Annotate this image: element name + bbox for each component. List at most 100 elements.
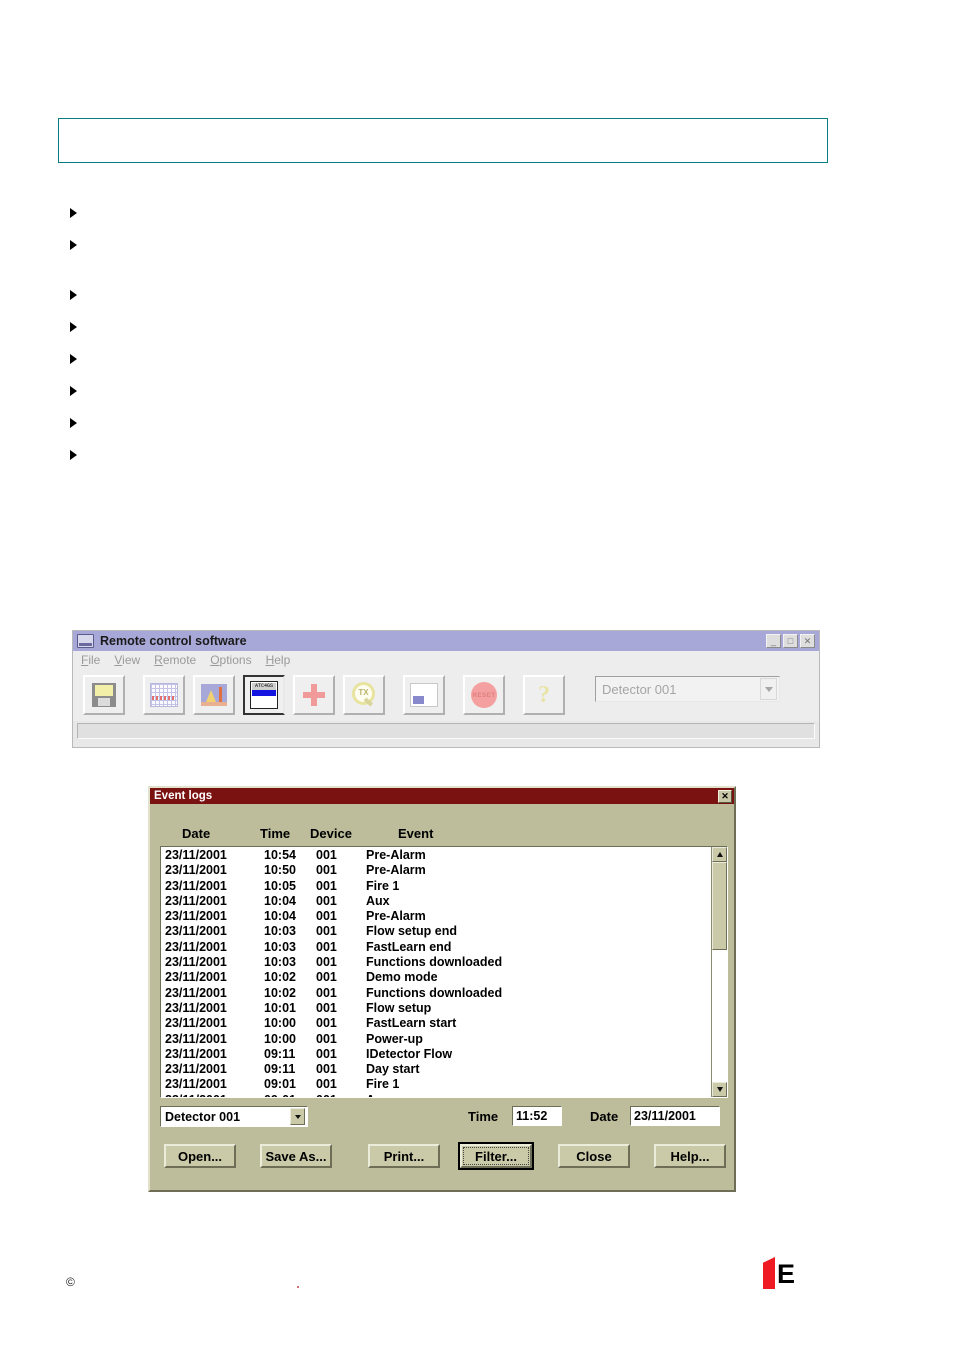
- cell-device: 001: [316, 1093, 337, 1097]
- table-row[interactable]: 23/11/2001 10:04 001 Pre-Alarm: [161, 909, 711, 924]
- menu-item-file[interactable]: File: [81, 653, 100, 667]
- triangle-bullet-icon: [70, 290, 77, 300]
- toolbar-transmit-button[interactable]: TX: [343, 675, 385, 715]
- toolbar-detector-select[interactable]: Detector 001: [595, 676, 780, 702]
- minimize-button[interactable]: _: [766, 634, 781, 648]
- table-row[interactable]: 23/11/2001 10:03 001 Flow setup end: [161, 924, 711, 939]
- table-row[interactable]: 23/11/2001 10:05 001 Fire 1: [161, 879, 711, 894]
- dialog-filter-row: Detector 001 Time 11:52 Date 23/11/2001: [150, 1106, 734, 1130]
- app-titlebar[interactable]: Remote control software _ □ ✕: [73, 631, 819, 651]
- table-row[interactable]: 23/11/2001 10:04 001 Aux: [161, 894, 711, 909]
- table-row[interactable]: 23/11/2001 09:11 001 IDetector Flow: [161, 1047, 711, 1062]
- cell-date: 23/11/2001: [165, 1077, 227, 1092]
- cell-date: 23/11/2001: [165, 939, 227, 954]
- cell-device: 001: [316, 893, 337, 908]
- table-row[interactable]: 23/11/2001 10:00 001 FastLearn start: [161, 1016, 711, 1031]
- cell-date: 23/11/2001: [165, 909, 227, 924]
- cell-date: 23/11/2001: [165, 848, 227, 862]
- floppy-disk-icon: [92, 683, 116, 707]
- date-field[interactable]: 23/11/2001: [630, 1106, 720, 1126]
- dialog-close-button[interactable]: ✕: [718, 789, 732, 803]
- table-row[interactable]: 23/11/2001 10:03 001 Functions downloaded: [161, 955, 711, 970]
- maximize-button[interactable]: □: [783, 634, 798, 648]
- cell-date: 23/11/2001: [165, 863, 227, 878]
- dialog-detector-select[interactable]: Detector 001: [160, 1106, 308, 1127]
- table-row[interactable]: 23/11/2001 10:00 001 Power-up: [161, 1032, 711, 1047]
- cell-event: Fire 1: [366, 878, 400, 893]
- cell-event: Aux: [366, 893, 390, 908]
- toolbar-reset-button[interactable]: RESET: [463, 675, 505, 715]
- table-row[interactable]: 23/11/2001 10:54 001 Pre-Alarm: [161, 848, 711, 863]
- chevron-down-icon[interactable]: [290, 1108, 305, 1125]
- scroll-up-button[interactable]: [712, 847, 727, 862]
- toolbar-help-button[interactable]: ?: [523, 675, 565, 715]
- cell-device: 001: [316, 1016, 337, 1031]
- dialog-titlebar[interactable]: Event logs ✕: [150, 788, 734, 804]
- cell-date: 23/11/2001: [165, 1031, 227, 1046]
- triangle-bullet-icon: [70, 208, 77, 218]
- app-toolbar: ATC4GS TX RESET ? Detector 001: [73, 669, 819, 721]
- cell-date: 23/11/2001: [165, 1062, 227, 1077]
- column-header-time: Time: [260, 826, 291, 841]
- filter-button[interactable]: Filter...: [458, 1142, 534, 1170]
- cell-device: 001: [316, 939, 337, 954]
- table-row[interactable]: 23/11/2001 09:11 001 Day start: [161, 1062, 711, 1077]
- cell-device: 001: [316, 1062, 337, 1077]
- lcd-display-icon: ATC4GS: [250, 681, 278, 709]
- triangle-bullet-icon: [70, 386, 77, 396]
- toolbar-histogram-button[interactable]: [193, 675, 235, 715]
- event-log-rows: 23/11/2001 10:54 001 Pre-Alarm 23/11/2001 10:…: [161, 847, 711, 1097]
- table-row[interactable]: 23/11/2001 10:01 001 Flow setup: [161, 1001, 711, 1016]
- cell-time: 09:01: [264, 1093, 296, 1097]
- toolbar-chart-grid-button[interactable]: [143, 675, 185, 715]
- cell-time: 10:00: [264, 1016, 296, 1031]
- close-button[interactable]: Close: [558, 1144, 630, 1168]
- chevron-down-icon[interactable]: [760, 678, 777, 700]
- cell-time: 09:01: [264, 1077, 296, 1092]
- menu-item-view[interactable]: View: [114, 653, 140, 667]
- window-controls: _ □ ✕: [766, 634, 817, 648]
- save-as-button[interactable]: Save As...: [260, 1144, 332, 1168]
- menu-item-options[interactable]: Options: [210, 653, 251, 667]
- cell-device: 001: [316, 985, 337, 1000]
- time-field[interactable]: 11:52: [512, 1106, 562, 1126]
- table-row[interactable]: 23/11/2001 09:01 001 Aux: [161, 1093, 711, 1097]
- app-window-title: Remote control software: [100, 634, 247, 648]
- reset-icon: RESET: [471, 682, 497, 708]
- question-mark-icon: ?: [538, 682, 550, 708]
- scrollbar-track[interactable]: [712, 862, 727, 1082]
- scrollbar-thumb[interactable]: [712, 862, 727, 950]
- toolbar-add-button[interactable]: [293, 675, 335, 715]
- cell-device: 001: [316, 1046, 337, 1061]
- table-row[interactable]: 23/11/2001 10:02 001 Functions downloaded: [161, 986, 711, 1001]
- list-item: [58, 314, 838, 346]
- open-button[interactable]: Open...: [164, 1144, 236, 1168]
- scroll-down-button[interactable]: [712, 1082, 727, 1097]
- event-log-listbox[interactable]: 23/11/2001 10:54 001 Pre-Alarm 23/11/2001 10:…: [160, 846, 728, 1098]
- date-label: Date: [590, 1109, 619, 1124]
- toolbar-window-button[interactable]: [403, 675, 445, 715]
- vertical-scrollbar[interactable]: [711, 847, 727, 1097]
- close-button[interactable]: ✕: [800, 634, 815, 648]
- help-button[interactable]: Help...: [654, 1144, 726, 1168]
- toolbar-save-button[interactable]: [83, 675, 125, 715]
- table-row[interactable]: 23/11/2001 10:03 001 FastLearn end: [161, 940, 711, 955]
- table-row[interactable]: 23/11/2001 10:02 001 Demo mode: [161, 970, 711, 985]
- menu-item-remote[interactable]: Remote: [154, 653, 196, 667]
- callout-box: [58, 118, 828, 163]
- cell-device: 001: [316, 848, 337, 862]
- toolbar-event-logs-button[interactable]: ATC4GS: [243, 675, 285, 715]
- list-item: [58, 378, 838, 410]
- dialog-detector-value: Detector 001: [165, 1109, 241, 1124]
- log-column-headers: Date Time Device Event: [150, 826, 734, 846]
- table-row[interactable]: 23/11/2001 10:50 001 Pre-Alarm: [161, 863, 711, 878]
- dialog-button-row: Open... Save As... Print... Filter... Cl…: [150, 1142, 734, 1174]
- table-row[interactable]: 23/11/2001 09:01 001 Fire 1: [161, 1077, 711, 1092]
- menu-item-help[interactable]: Help: [266, 653, 291, 667]
- cell-event: Fire 1: [366, 1077, 400, 1092]
- list-item: [58, 346, 838, 378]
- cell-date: 23/11/2001: [165, 970, 227, 985]
- list-item: [58, 410, 838, 442]
- print-button[interactable]: Print...: [368, 1144, 440, 1168]
- triangle-bullet-icon: [70, 354, 77, 364]
